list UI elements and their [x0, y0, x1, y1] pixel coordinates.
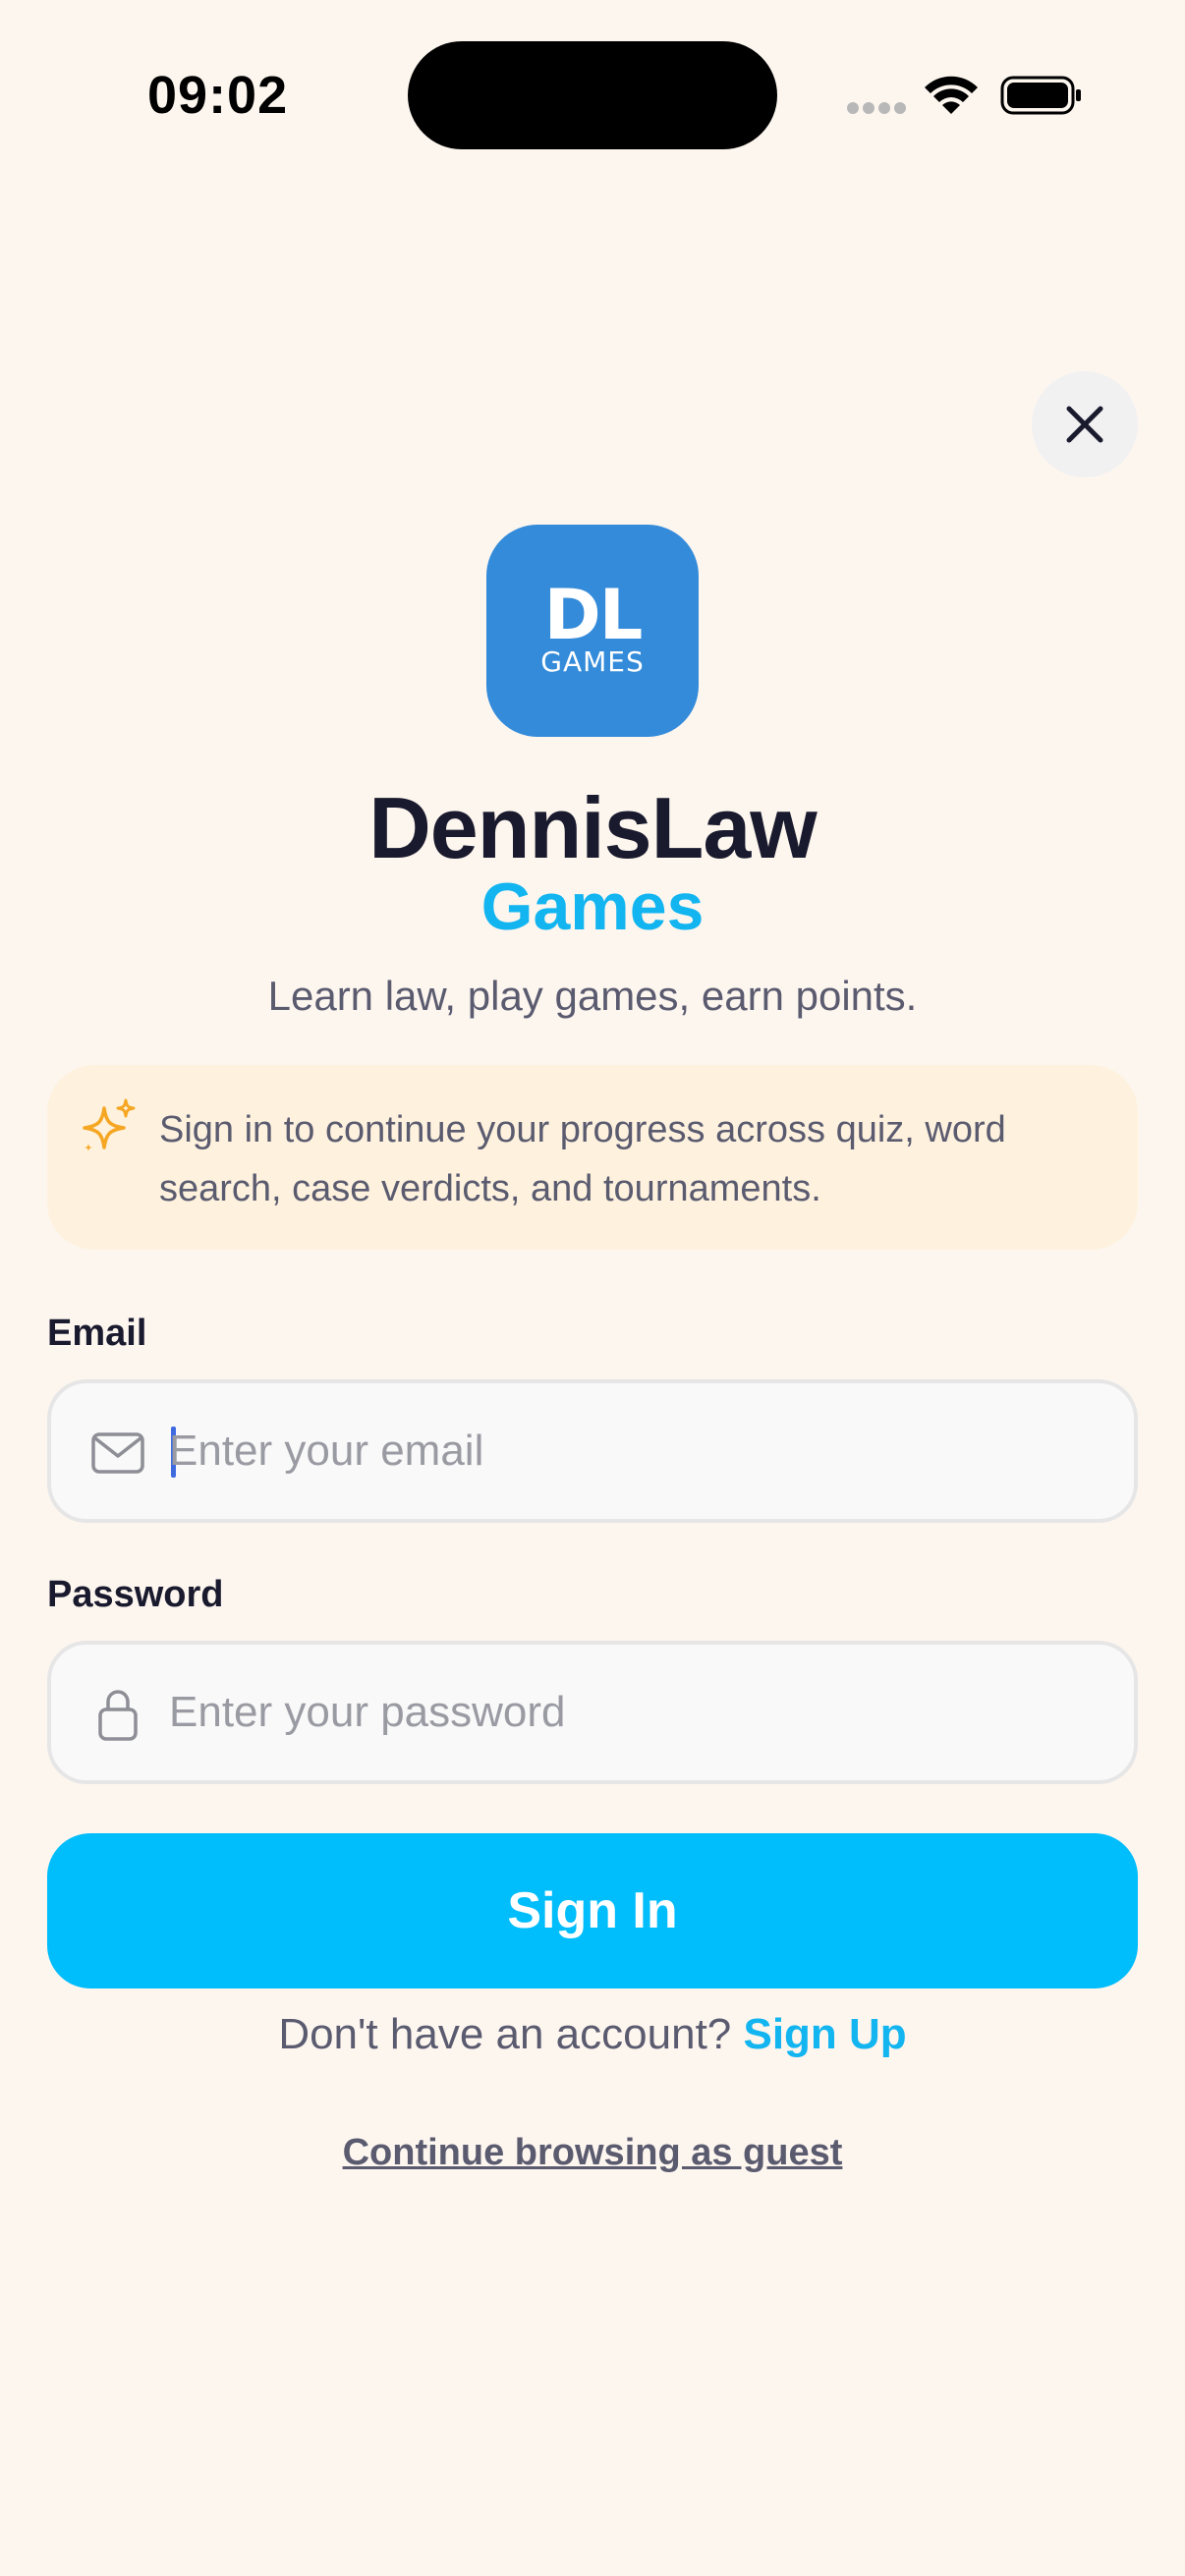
signup-prompt: Don't have an account? [278, 2010, 744, 2058]
brand-title: DennisLaw [368, 779, 818, 876]
cellular-signal-icon [847, 102, 906, 116]
close-button[interactable] [1032, 371, 1138, 477]
wifi-icon [925, 76, 978, 114]
logo-wordmark: GAMES [540, 645, 645, 678]
continue-as-guest-link[interactable]: Continue browsing as guest [0, 2132, 1185, 2174]
sign-in-button[interactable]: Sign In [47, 1833, 1138, 1988]
email-field-container[interactable] [47, 1379, 1138, 1523]
status-time: 09:02 [147, 66, 289, 125]
password-input[interactable] [169, 1645, 1102, 1780]
password-field-container[interactable] [47, 1641, 1138, 1784]
close-icon [1066, 406, 1103, 443]
sign-up-link[interactable]: Sign Up [743, 2010, 906, 2058]
info-message: Sign in to continue your progress across… [159, 1109, 1006, 1209]
signup-row: Don't have an account? Sign Up [0, 2010, 1185, 2059]
mail-icon [91, 1432, 144, 1474]
battery-icon [1000, 76, 1081, 115]
brand-subtitle: Games [480, 869, 705, 944]
email-input[interactable] [169, 1383, 1102, 1519]
logo-initials: DL [543, 575, 644, 655]
sparkle-icon [83, 1098, 136, 1151]
app-logo: DL GAMES [486, 525, 699, 737]
tagline: Learn law, play games, earn points. [267, 973, 918, 1019]
lock-icon [98, 1690, 138, 1741]
dynamic-island [408, 41, 777, 149]
password-label: Password [47, 1574, 224, 1615]
status-bar: 09:02 [0, 0, 1185, 187]
email-label: Email [47, 1313, 147, 1354]
info-banner: Sign in to continue your progress across… [47, 1065, 1138, 1250]
